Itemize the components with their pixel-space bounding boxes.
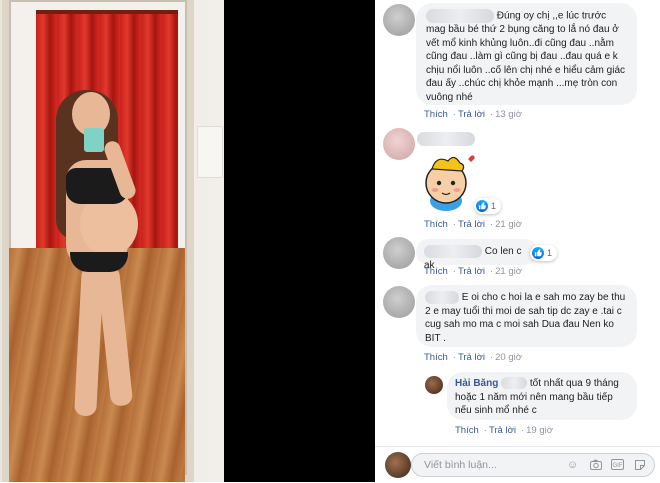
like-link[interactable]: Thích <box>424 266 448 277</box>
like-icon <box>476 200 488 212</box>
author-name-blurred[interactable] <box>425 291 459 304</box>
reply-link[interactable]: Trả lời <box>458 266 485 277</box>
timestamp[interactable]: 21 giờ <box>495 219 522 230</box>
timestamp[interactable]: 20 giờ <box>495 352 522 363</box>
comment-actions: Thích · Trả lời · 13 giờ <box>424 109 522 120</box>
reply-author[interactable]: Hải Băng <box>455 378 498 389</box>
reply-link[interactable]: Trả lời <box>458 109 485 120</box>
svg-text:GIF: GIF <box>613 463 623 469</box>
reply-avatar[interactable] <box>425 376 443 394</box>
comment-actions: Thích · Trả lời · 21 giờ <box>424 219 522 230</box>
comment-input-placeholder: Viết bình luận... <box>424 459 497 471</box>
timestamp[interactable]: 19 giờ <box>526 425 553 436</box>
mirror-selfie-photo <box>0 0 224 482</box>
comment-actions: Thích · Trả lời · 21 giờ <box>424 266 522 277</box>
author-name-blurred[interactable] <box>417 132 475 146</box>
timestamp[interactable]: 21 giờ <box>495 266 522 277</box>
black-background <box>224 0 375 482</box>
like-link[interactable]: Thích <box>455 425 479 436</box>
comment-text: Đúng oy chị ,,e lúc trước mag bầu bé thứ… <box>426 10 626 103</box>
reaction-number: 1 <box>491 201 497 211</box>
reply-link[interactable]: Trả lời <box>458 219 485 230</box>
timestamp[interactable]: 13 giờ <box>495 109 522 120</box>
emoji-icon[interactable]: ☺ <box>566 459 579 472</box>
camera-icon[interactable] <box>589 459 602 472</box>
phone <box>84 128 104 152</box>
comment-bubble: E oi cho c hoi la e sah mo zay be thu 2 … <box>416 285 637 347</box>
sticker-icon[interactable] <box>633 459 646 472</box>
author-name-blurred[interactable] <box>426 9 494 23</box>
like-link[interactable]: Thích <box>424 109 448 120</box>
comment-bubble: Đúng oy chị ,,e lúc trước mag bầu bé thứ… <box>416 3 637 105</box>
avatar[interactable] <box>383 4 415 36</box>
author-name-blurred[interactable] <box>424 245 482 258</box>
comment-actions: Thích · Trả lời · 20 giờ <box>424 352 522 363</box>
avatar[interactable] <box>383 237 415 269</box>
baby-sticker <box>425 155 475 211</box>
like-link[interactable]: Thích <box>424 219 448 230</box>
avatar[interactable] <box>383 128 415 160</box>
reaction-count[interactable]: 1 <box>530 245 558 261</box>
like-link[interactable]: Thích <box>424 352 448 363</box>
wall-switch <box>197 126 223 178</box>
reply-link[interactable]: Trả lời <box>458 352 485 363</box>
black-brief <box>70 252 128 272</box>
like-icon <box>532 247 544 259</box>
reply-bubble: Hải Băng tốt nhất qua 9 tháng hoặc 1 năm… <box>447 372 637 420</box>
avatar[interactable] <box>383 286 415 318</box>
comment-bubble: Co len c ak <box>416 239 538 271</box>
reaction-number: 1 <box>547 248 553 258</box>
current-user-avatar[interactable] <box>385 452 411 478</box>
reply-link[interactable]: Trả lời <box>489 425 516 436</box>
reply-actions: Thích · Trả lời · 19 giờ <box>455 425 553 436</box>
author-name-blurred <box>501 377 528 390</box>
gif-icon[interactable]: GIF <box>611 459 624 472</box>
reaction-count[interactable]: 1 <box>474 198 502 214</box>
